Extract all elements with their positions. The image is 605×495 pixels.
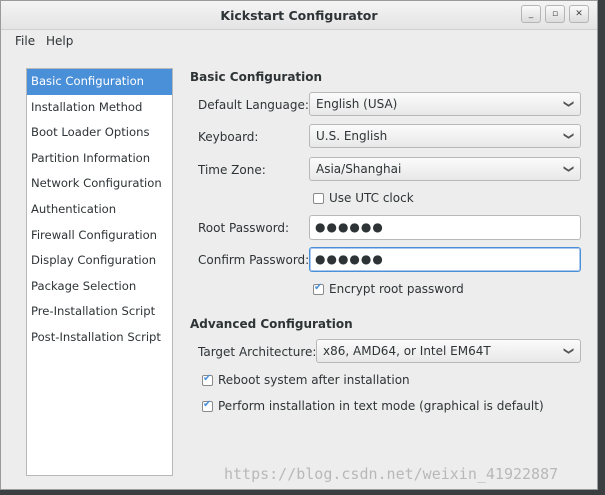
window-title: Kickstart Configurator	[220, 8, 378, 23]
kickstart-window: Kickstart Configurator _ ▫ ✕ File Help B…	[0, 0, 598, 490]
root-password-input[interactable]: ●●●●●●	[309, 215, 581, 240]
keyboard-label: Keyboard:	[198, 130, 259, 144]
sidebar-item-network-configuration[interactable]: Network Configuration	[27, 171, 172, 197]
timezone-value: Asia/Shanghai	[316, 162, 402, 176]
menu-bar: File Help	[1, 30, 597, 52]
menu-file[interactable]: File	[15, 34, 35, 48]
checkbox-unchecked-icon	[313, 192, 324, 204]
text-mode-label: Perform installation in text mode (graph…	[218, 399, 544, 413]
chevron-down-icon: ❯	[562, 346, 574, 356]
minimize-icon[interactable]: _	[521, 5, 541, 23]
sidebar-item-installation-method[interactable]: Installation Method	[27, 95, 172, 121]
sidebar-item-post-installation-script[interactable]: Post-Installation Script	[27, 325, 172, 351]
title-bar: Kickstart Configurator _ ▫ ✕	[1, 1, 597, 30]
menu-help[interactable]: Help	[46, 34, 73, 48]
chevron-down-icon: ❯	[562, 99, 574, 109]
sidebar-item-pre-installation-script[interactable]: Pre-Installation Script	[27, 299, 172, 325]
checkbox-checked-icon	[202, 373, 213, 386]
reboot-label: Reboot system after installation	[218, 373, 410, 387]
close-icon[interactable]: ✕	[569, 5, 589, 23]
utc-clock-label: Use UTC clock	[329, 191, 414, 205]
sidebar-item-package-selection[interactable]: Package Selection	[27, 274, 172, 300]
confirm-password-label: Confirm Password:	[198, 253, 310, 267]
target-architecture-select[interactable]: x86, AMD64, or Intel EM64T ❯	[316, 339, 581, 363]
checkbox-checked-icon	[202, 399, 213, 412]
timezone-label: Time Zone:	[198, 163, 266, 177]
keyboard-select[interactable]: U.S. English ❯	[309, 124, 581, 148]
sidebar-item-firewall-configuration[interactable]: Firewall Configuration	[27, 223, 172, 249]
sidebar-item-authentication[interactable]: Authentication	[27, 197, 172, 223]
reboot-checkbox[interactable]: Reboot system after installation	[202, 373, 410, 387]
maximize-icon[interactable]: ▫	[545, 5, 565, 23]
encrypt-password-checkbox[interactable]: Encrypt root password	[313, 282, 464, 296]
category-list: Basic Configuration Installation Method …	[26, 68, 173, 476]
keyboard-value: U.S. English	[316, 129, 388, 143]
chevron-down-icon: ❯	[562, 164, 574, 174]
chevron-down-icon: ❯	[562, 131, 574, 141]
sidebar-item-display-configuration[interactable]: Display Configuration	[27, 248, 172, 274]
sidebar-item-partition-information[interactable]: Partition Information	[27, 146, 172, 172]
root-password-label: Root Password:	[198, 221, 290, 235]
encrypt-password-label: Encrypt root password	[329, 282, 464, 296]
target-architecture-value: x86, AMD64, or Intel EM64T	[323, 344, 491, 358]
timezone-select[interactable]: Asia/Shanghai ❯	[309, 157, 581, 181]
language-label: Default Language:	[198, 98, 309, 112]
advanced-section-heading: Advanced Configuration	[190, 317, 353, 331]
watermark-text: https://blog.csdn.net/weixin_41922887	[224, 465, 559, 483]
language-select[interactable]: English (USA) ❯	[309, 92, 581, 116]
confirm-password-input[interactable]: ●●●●●●	[309, 247, 581, 272]
utc-clock-checkbox[interactable]: Use UTC clock	[313, 191, 414, 205]
sidebar-item-basic-configuration[interactable]: Basic Configuration	[27, 69, 172, 95]
window-controls: _ ▫ ✕	[517, 5, 589, 23]
language-value: English (USA)	[316, 97, 398, 111]
basic-section-heading: Basic Configuration	[190, 70, 323, 84]
target-architecture-label: Target Architecture:	[198, 345, 317, 359]
checkbox-checked-icon	[313, 282, 324, 295]
sidebar-item-boot-loader-options[interactable]: Boot Loader Options	[27, 120, 172, 146]
text-mode-checkbox[interactable]: Perform installation in text mode (graph…	[202, 399, 544, 413]
